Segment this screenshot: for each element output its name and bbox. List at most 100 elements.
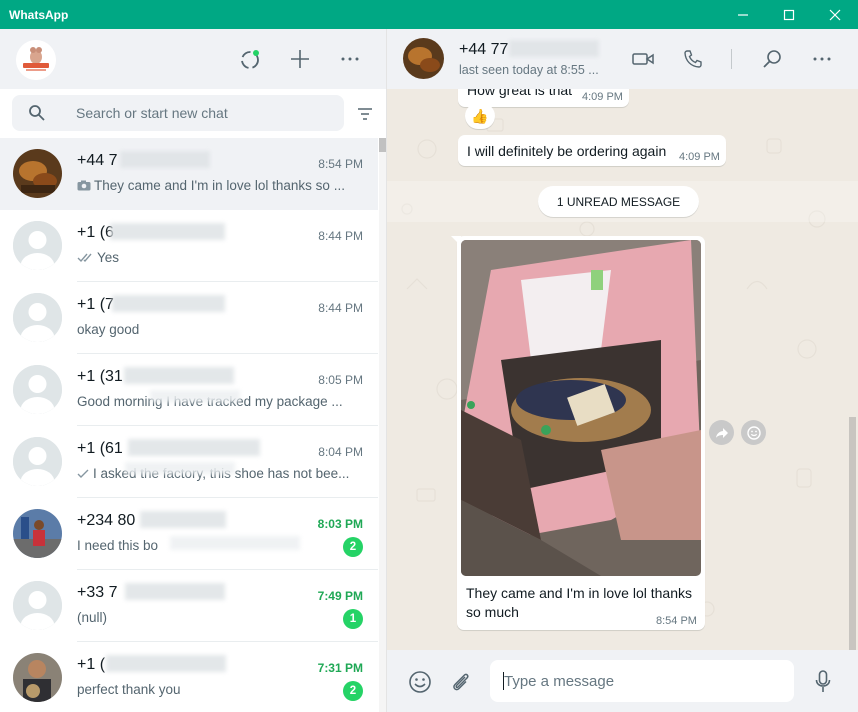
chat-row[interactable]: +1 (7 8:44 PM okay good [0,282,378,354]
filter-icon[interactable] [357,107,373,121]
voice-call-button[interactable] [679,45,707,73]
unread-badge: 2 [343,681,363,701]
single-check-icon [77,469,89,478]
chat-name: +234 80 [77,512,136,529]
paperclip-icon [453,673,469,691]
forward-button[interactable] [709,420,734,445]
redacted-name [120,151,210,168]
message-text: How great is that [467,89,573,98]
contact-name: +44 77 [459,41,509,58]
chat-name: +1 ( [77,656,106,673]
search-box [12,95,344,131]
message-input[interactable] [490,660,794,702]
photo-message-bubble[interactable]: They came and I'm in love lol thanks so … [451,236,705,630]
chat-time: 8:03 PM [317,517,363,531]
redacted-name [110,223,225,240]
chat-time: 8:44 PM [318,229,363,243]
search-icon[interactable] [28,104,46,122]
chat-preview: perfect thank you [77,682,362,697]
chat-row[interactable]: +1 (31 8:05 PM Good morning I have track… [0,354,378,426]
more-horizontal-icon [341,57,359,61]
minimize-button[interactable] [720,0,766,29]
chat-preview: okay good [77,322,362,337]
chat-name: +1 (7 [77,296,114,313]
shoe-box-photo [461,240,701,576]
chat-row[interactable]: +1 ( 7:31 PM perfect thank you 2 [0,642,378,712]
redacted-text [170,536,300,550]
close-button[interactable] [812,0,858,29]
search-input[interactable] [76,95,336,131]
chat-time: 8:54 PM [318,157,363,171]
redacted-name [125,583,225,600]
profile-logo-icon [16,40,56,80]
default-avatar-icon [13,437,62,486]
chat-name: +1 (61 [77,440,123,457]
chat-preview: Yes [77,250,362,265]
menu-button[interactable] [336,45,364,73]
new-chat-button[interactable] [286,45,314,73]
default-avatar-icon [13,221,62,270]
microphone-icon [815,670,831,692]
chat-list: +44 7 8:54 PM They came and I'm in love … [0,138,378,712]
search-icon [763,50,781,68]
chat-row[interactable]: +1 (61 8:04 PM I asked the factory, this… [0,426,378,498]
chat-row[interactable]: +234 80 8:03 PM I need this bo 2 [0,498,378,570]
avatar [13,365,62,414]
chat-list-scrollbar[interactable] [379,138,386,712]
contact-avatar[interactable] [403,38,444,79]
conversation-pane: +44 77 last seen today at 8:55 ... How g… [387,29,858,712]
video-call-button[interactable] [629,45,657,73]
voice-message-button[interactable] [809,668,837,696]
double-check-icon [77,253,92,263]
avatar [13,149,62,198]
text-caret [503,672,504,690]
conversation-menu-button[interactable] [808,45,836,73]
reaction-emoji: 👍 [471,107,489,124]
redacted-name [140,511,226,528]
chat-name: +33 7 [77,584,118,601]
search-messages-button[interactable] [758,45,786,73]
chat-time: 8:04 PM [318,445,363,459]
chat-preview-text: okay good [77,322,140,337]
chat-row[interactable]: +33 7 7:49 PM (null) 1 [0,570,378,642]
scrollbar-thumb[interactable] [379,138,386,152]
message-time: 4:09 PM [679,151,720,163]
react-button[interactable] [741,420,766,445]
message-scrollbar[interactable] [849,417,856,650]
chat-row[interactable]: +1 (6 8:44 PM Yes [0,210,378,282]
my-profile-avatar[interactable] [16,40,56,80]
message-text: I will definitely be ordering again [467,143,667,159]
plus-icon [291,50,309,68]
chat-preview-text: Yes [97,250,120,265]
maximize-button[interactable] [766,0,812,29]
reaction-bubble[interactable]: 👍 [465,103,495,129]
message-area[interactable]: How great is that 4:09 PM 👍 I will defin… [387,89,858,650]
contact-status: last seen today at 8:55 ... [459,63,599,77]
message-bubble[interactable]: I will definitely be ordering again 4:09… [458,135,726,166]
conversation-header[interactable]: +44 77 last seen today at 8:55 ... [387,29,858,89]
avatar [13,509,62,558]
redacted-name [128,439,260,456]
chat-name: +1 (31 [77,368,123,385]
redacted-name [112,295,225,312]
chat-preview-text: (null) [77,610,108,625]
more-horizontal-icon [813,57,831,61]
chat-name: +44 7 [77,152,118,169]
chat-row[interactable]: +44 7 8:54 PM They came and I'm in love … [0,138,378,210]
camera-icon [77,180,91,191]
status-button[interactable] [236,45,264,73]
phone-icon [684,50,702,68]
photo-caption-line1: They came and I'm in love lol thanks [466,585,693,601]
emoji-icon [409,671,431,693]
attach-button[interactable] [447,668,475,696]
redacted-name [509,40,599,57]
message-photo[interactable] [461,240,701,576]
bubble-tail [451,236,461,246]
redacted-name [106,655,226,672]
chat-time: 7:49 PM [317,589,363,603]
minimize-icon [738,13,748,16]
chat-time: 8:44 PM [318,301,363,315]
chat-name: +1 (6 [77,224,114,241]
chat-time: 8:05 PM [318,373,363,387]
emoji-button[interactable] [406,668,434,696]
